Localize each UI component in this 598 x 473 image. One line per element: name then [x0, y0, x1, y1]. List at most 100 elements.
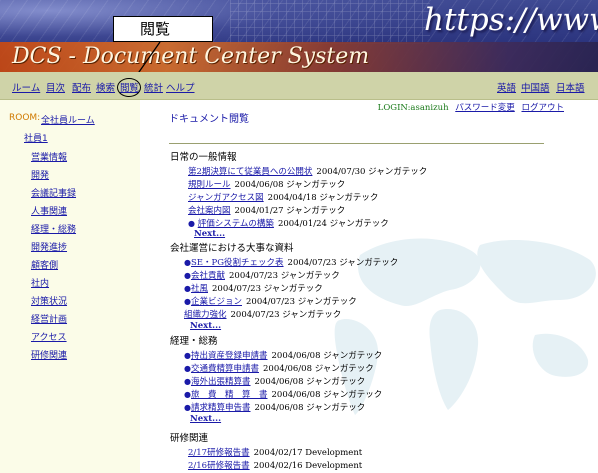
document-link[interactable]: 旅 費 精 算 書 [191, 390, 268, 400]
document-meta: 2004/01/24 ジャンガテック [277, 219, 389, 229]
document-link[interactable]: 会社貢献 [191, 271, 225, 281]
nav-stats-link[interactable]: 統計 [144, 80, 163, 94]
logout-link[interactable]: ログアウト [521, 103, 564, 113]
document-link[interactable]: 第2期決算にて従業員への公開状 [188, 167, 312, 177]
nav-distribute-link[interactable]: 配布 [72, 80, 91, 94]
document-meta: 2004/06/08 ジャンガテック [254, 377, 366, 387]
nav-bar: ルーム 目次 配布 検索 閲覧 統計 ヘルプ 英語 中国語 日本語 [0, 72, 598, 100]
document-link[interactable]: 2/17研修報告書 [188, 448, 250, 458]
document-row: 組織力強化 2004/07/23 ジャンガテック [184, 308, 341, 320]
bullet-icon: ● [184, 271, 191, 280]
document-meta: 2004/06/08 ジャンガテック [234, 180, 346, 190]
sidebar-item-access[interactable]: アクセス [31, 330, 67, 343]
heading-divider [169, 143, 544, 144]
sidebar-item-dev-progress[interactable]: 開発進捗 [31, 240, 67, 253]
section-title-general: 日常の一般情報 [170, 152, 237, 163]
bullet-icon: ● [184, 284, 191, 293]
banner-url-text: https://www. [424, 2, 598, 38]
app-title: DCS - Document Center System [12, 44, 370, 69]
document-meta: 2004/02/17 Development [253, 448, 363, 458]
sidebar-item-customer[interactable]: 顧客側 [31, 258, 58, 271]
next-page-link[interactable]: Next... [190, 321, 221, 331]
sidebar-item-sales[interactable]: 営業情報 [31, 150, 67, 163]
document-meta: 2004/06/08 ジャンガテック [271, 390, 383, 400]
login-bar: LOGIN:asanizuh パスワード変更 ログアウト [378, 101, 564, 113]
next-page-link[interactable]: Next... [194, 229, 225, 239]
document-meta: 2004/01/27 ジャンガテック [234, 206, 346, 216]
document-link[interactable]: 評価システムの構築 [198, 219, 274, 229]
document-link[interactable]: 会社案内図 [188, 206, 231, 216]
document-meta: 2004/06/08 ジャンガテック [254, 403, 366, 413]
document-row: ●SE・PG役割チェック表 2004/07/23 ジャンガテック [184, 256, 398, 268]
document-meta: 2004/07/30 ジャンガテック [316, 167, 428, 177]
document-meta: 2004/04/18 ジャンガテック [267, 193, 379, 203]
document-row: ● 評価システムの構築 2004/01/24 ジャンガテック [188, 217, 389, 229]
document-row: ジャンガアクセス図 2004/04/18 ジャンガテック [188, 191, 378, 203]
sidebar-item-minutes[interactable]: 会議記事録 [31, 186, 76, 199]
lang-english-link[interactable]: 英語 [497, 80, 516, 94]
bullet-icon: ● [188, 219, 195, 228]
document-row: ●請求精算申告書 2004/06/08 ジャンガテック [184, 401, 365, 413]
document-link[interactable]: 交通費精算申請書 [191, 364, 259, 374]
room-name-link[interactable]: 全社員ルーム [41, 113, 95, 126]
document-link[interactable]: 海外出張精算書 [191, 377, 251, 387]
document-row: 2/17研修報告書 2004/02/17 Development [188, 446, 362, 458]
bullet-icon: ● [184, 377, 191, 386]
document-meta: 2004/07/23 ジャンガテック [246, 297, 357, 307]
document-row: 第2期決算にて従業員への公開状 2004/07/30 ジャンガテック [188, 165, 427, 177]
login-user-text: LOGIN:asanizuh [377, 103, 449, 113]
document-meta: 2004/06/08 ジャンガテック [271, 351, 383, 361]
bullet-icon: ● [184, 364, 191, 373]
nav-room-link[interactable]: ルーム [12, 80, 40, 94]
sidebar-item-hr[interactable]: 人事関連 [31, 204, 67, 217]
document-row: 会社案内図 2004/01/27 ジャンガテック [188, 204, 345, 216]
document-link[interactable]: SE・PG役割チェック表 [191, 258, 284, 268]
bullet-icon: ● [184, 403, 191, 412]
document-row: 2/16研修報告書 2004/02/16 Development [188, 459, 362, 471]
document-meta: 2004/07/23 ジャンガテック [287, 258, 399, 268]
bullet-icon: ● [184, 297, 191, 306]
sidebar-item-business-plan[interactable]: 経営計画 [31, 312, 67, 325]
nav-contents-link[interactable]: 目次 [46, 80, 65, 94]
lang-japanese-link[interactable]: 日本語 [556, 80, 585, 94]
document-row: ●旅 費 精 算 書 2004/06/08 ジャンガテック [184, 388, 382, 400]
bullet-icon: ● [184, 351, 191, 360]
document-link[interactable]: 組織力強化 [184, 310, 227, 320]
document-row: ●社風 2004/07/23 ジャンガテック [184, 282, 323, 294]
document-link[interactable]: 規則ルール [188, 180, 231, 190]
document-meta: 2004/07/23 ジャンガテック [212, 284, 323, 294]
sidebar: ROOM: 全社員ルーム 社員1 営業情報 開発 会議記事録 人事関連 経理・総… [0, 100, 140, 473]
document-row: ●会社貢献 2004/07/23 ジャンガテック [184, 269, 340, 281]
document-link[interactable]: ジャンガアクセス図 [188, 193, 264, 203]
sidebar-item-training[interactable]: 研修関連 [31, 348, 67, 361]
document-meta: 2004/02/16 Development [253, 461, 363, 471]
sidebar-item-development[interactable]: 開発 [31, 168, 49, 181]
nav-search-link[interactable]: 検索 [96, 80, 115, 94]
annotation-callout: 閲覧 [113, 16, 213, 42]
bullet-icon: ● [184, 390, 191, 399]
document-link[interactable]: 持出資産登録申請書 [191, 351, 268, 361]
document-row: ●海外出張精算書 2004/06/08 ジャンガテック [184, 375, 365, 387]
sidebar-group-link[interactable]: 社員1 [24, 131, 48, 144]
bullet-icon: ● [184, 258, 191, 267]
sidebar-item-internal[interactable]: 社内 [31, 276, 49, 289]
document-link[interactable]: 企業ビジョン [191, 297, 242, 307]
document-link[interactable]: 請求精算申告書 [191, 403, 251, 413]
sidebar-item-accounting[interactable]: 経理・総務 [31, 222, 76, 235]
document-meta: 2004/07/23 ジャンガテック [229, 271, 340, 281]
document-link[interactable]: 2/16研修報告書 [188, 461, 250, 471]
document-row: ●企業ビジョン 2004/07/23 ジャンガテック [184, 295, 357, 307]
document-row: 規則ルール 2004/06/08 ジャンガテック [188, 178, 345, 190]
section-title-accounting: 経理・総務 [170, 336, 218, 347]
nav-help-link[interactable]: ヘルプ [166, 80, 195, 94]
lang-chinese-link[interactable]: 中国語 [521, 80, 550, 94]
change-password-link[interactable]: パスワード変更 [455, 103, 515, 113]
sidebar-item-measures[interactable]: 対策状況 [31, 294, 67, 307]
main-content: LOGIN:asanizuh パスワード変更 ログアウト ドキュメント閲覧 日常… [140, 100, 598, 473]
section-title-company-operations: 会社運営における大事な資料 [170, 243, 294, 254]
document-link[interactable]: 社風 [191, 284, 208, 294]
next-page-link[interactable]: Next... [190, 414, 221, 424]
nav-browse-highlight-circle [117, 78, 141, 97]
header-banner: DCS - Document Center System https://www… [0, 0, 598, 72]
document-meta: 2004/06/08 ジャンガテック [263, 364, 374, 374]
